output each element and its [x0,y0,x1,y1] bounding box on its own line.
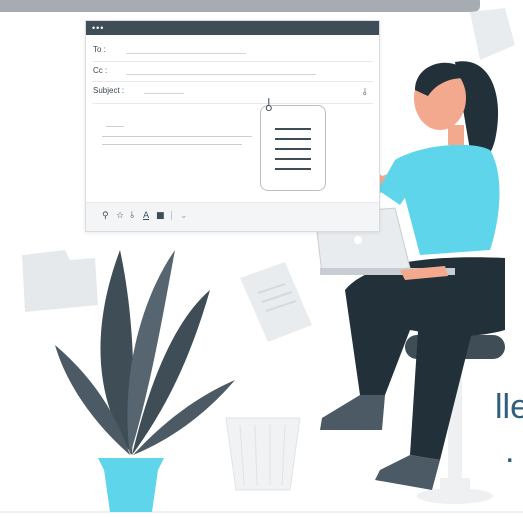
location-icon[interactable]: ⚲ [102,211,109,221]
to-field[interactable] [126,53,246,54]
email-compose-window: ••• To : Cc : Subject : ⫰ ⚲ ☆ ⫰ A ■ | ⌄ [85,20,380,232]
more-icon[interactable]: ⌄ [180,211,188,221]
delete-icon[interactable]: ■ [156,211,165,221]
wastebasket [225,417,301,491]
toolbar-separator: | [170,211,174,221]
divider [92,103,373,104]
attachment-icon[interactable]: ⫰ [130,211,134,221]
floating-sheet [240,262,312,342]
body-text-line [102,136,252,137]
window-menu-dots-icon[interactable]: ••• [92,24,104,33]
compose-toolbar: ⚲ ☆ ⫰ A ■ | ⌄ [86,202,379,231]
partial-heading-punctuation: . [505,432,515,470]
cc-label: Cc : [93,66,108,75]
attachment-icon[interactable]: ⫰ [363,87,367,98]
subject-label: Subject : [93,86,125,95]
window-titlebar: ••• [86,21,379,35]
document-line [275,158,311,160]
body-text-line [102,144,242,145]
divider [92,81,373,82]
cc-field[interactable] [126,74,316,75]
folder-icon [22,250,98,312]
star-icon[interactable]: ☆ [116,211,124,221]
paperclip-icon: ⫰ [265,95,273,116]
text-format-icon[interactable]: A [143,211,149,221]
partial-heading-text: lle [495,388,523,426]
subject-field[interactable] [144,93,184,94]
document-line [275,168,311,170]
divider [92,61,373,62]
to-label: To : [93,45,106,54]
document-line [275,148,311,150]
body-text-line [106,126,124,127]
held-document [260,105,326,191]
document-line [275,128,311,130]
document-line [275,138,311,140]
floating-paper-top [470,8,515,60]
